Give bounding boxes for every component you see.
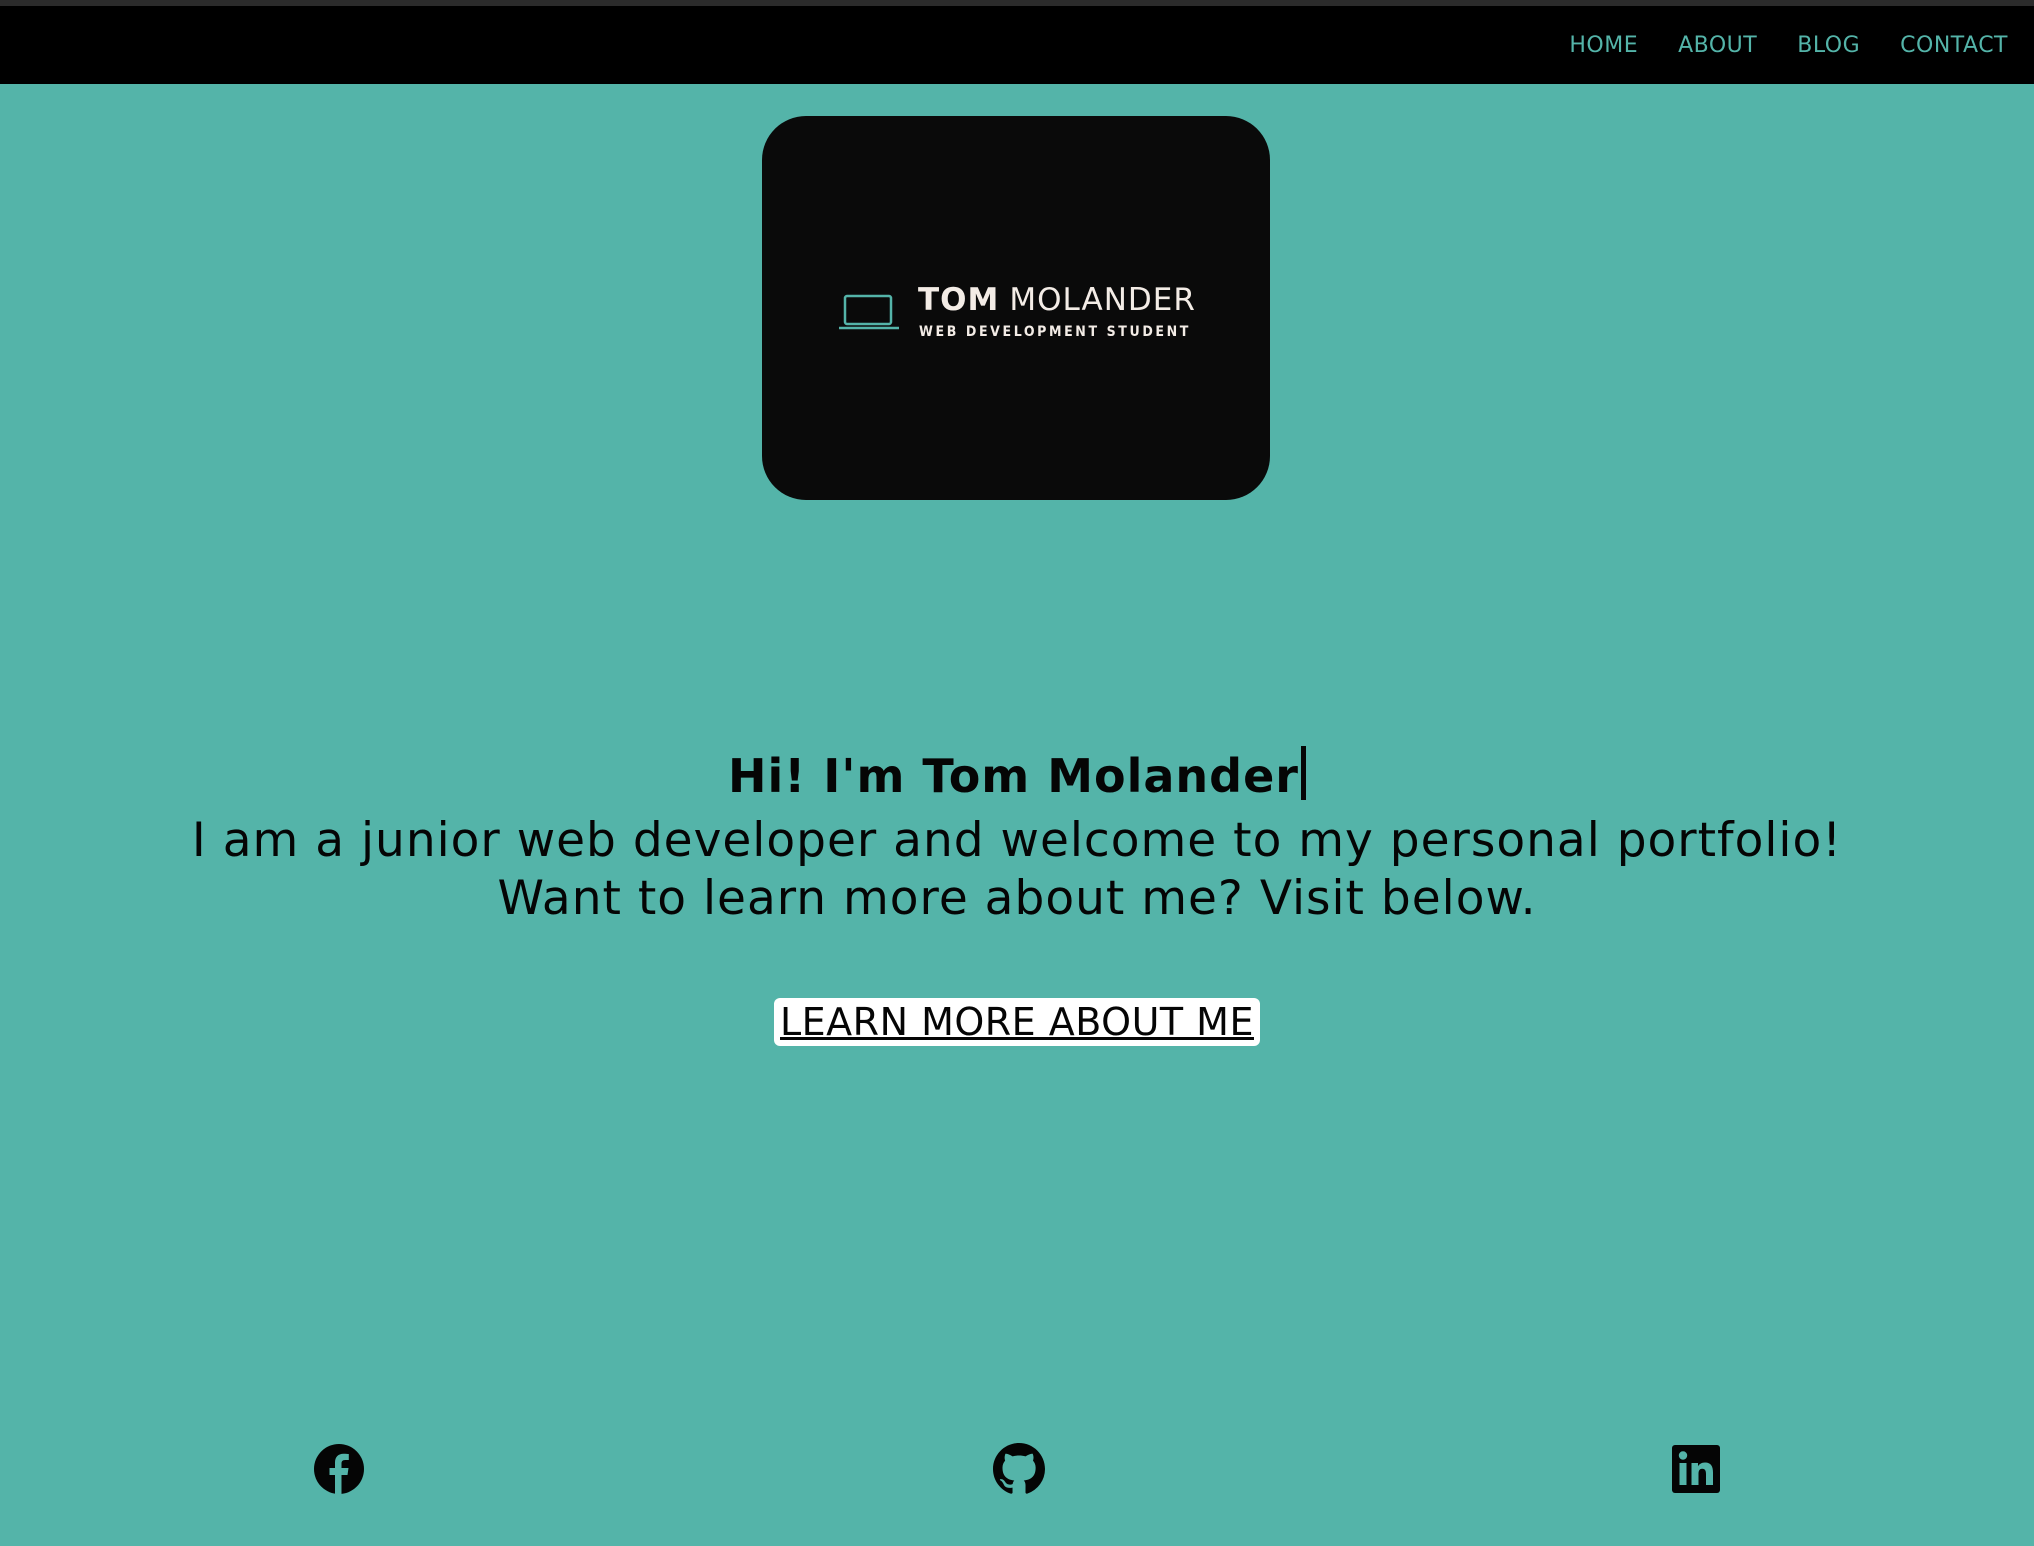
github-link[interactable] bbox=[993, 1443, 1045, 1495]
hero-title: Hi! I'm Tom Molander bbox=[0, 744, 2034, 808]
logo: TOM MOLANDER WEB DEVELOPMENT STUDENT bbox=[838, 282, 1218, 342]
hero-line-1: I am a junior web developer and welcome … bbox=[191, 813, 1843, 868]
logo-name: TOM MOLANDER bbox=[918, 282, 1196, 318]
linkedin-link[interactable] bbox=[1670, 1443, 1722, 1495]
nav-link-about[interactable]: ABOUT bbox=[1678, 33, 1757, 58]
logo-card: TOM MOLANDER WEB DEVELOPMENT STUDENT bbox=[762, 116, 1270, 500]
laptop-icon bbox=[839, 294, 899, 330]
logo-first-name: TOM bbox=[918, 282, 1000, 318]
nav-link-blog[interactable]: BLOG bbox=[1797, 33, 1860, 58]
github-icon bbox=[993, 1443, 1045, 1494]
facebook-link[interactable] bbox=[313, 1443, 365, 1495]
nav-link-home[interactable]: HOME bbox=[1569, 33, 1638, 58]
nav-links: HOME ABOUT BLOG CONTACT bbox=[1569, 6, 2008, 84]
logo-subtitle: WEB DEVELOPMENT STUDENT bbox=[919, 324, 1191, 340]
logo-last-name: MOLANDER bbox=[1009, 282, 1196, 318]
learn-more-button[interactable]: LEARN MORE ABOUT ME bbox=[774, 998, 1260, 1046]
facebook-icon bbox=[314, 1444, 364, 1494]
nav-link-contact[interactable]: CONTACT bbox=[1900, 33, 2008, 58]
navbar: HOME ABOUT BLOG CONTACT bbox=[0, 6, 2034, 84]
hero-title-text: Hi! I'm Tom Molander bbox=[728, 749, 1299, 803]
hero-line-2: Want to learn more about me? Visit below… bbox=[497, 871, 1537, 926]
cta-wrapper: LEARN MORE ABOUT ME bbox=[0, 998, 2034, 1046]
typing-cursor bbox=[1300, 746, 1306, 800]
hero-intro: I am a junior web developer and welcome … bbox=[0, 812, 2034, 928]
hero-section: Hi! I'm Tom Molander I am a junior web d… bbox=[0, 744, 2034, 928]
linkedin-icon bbox=[1672, 1445, 1720, 1493]
